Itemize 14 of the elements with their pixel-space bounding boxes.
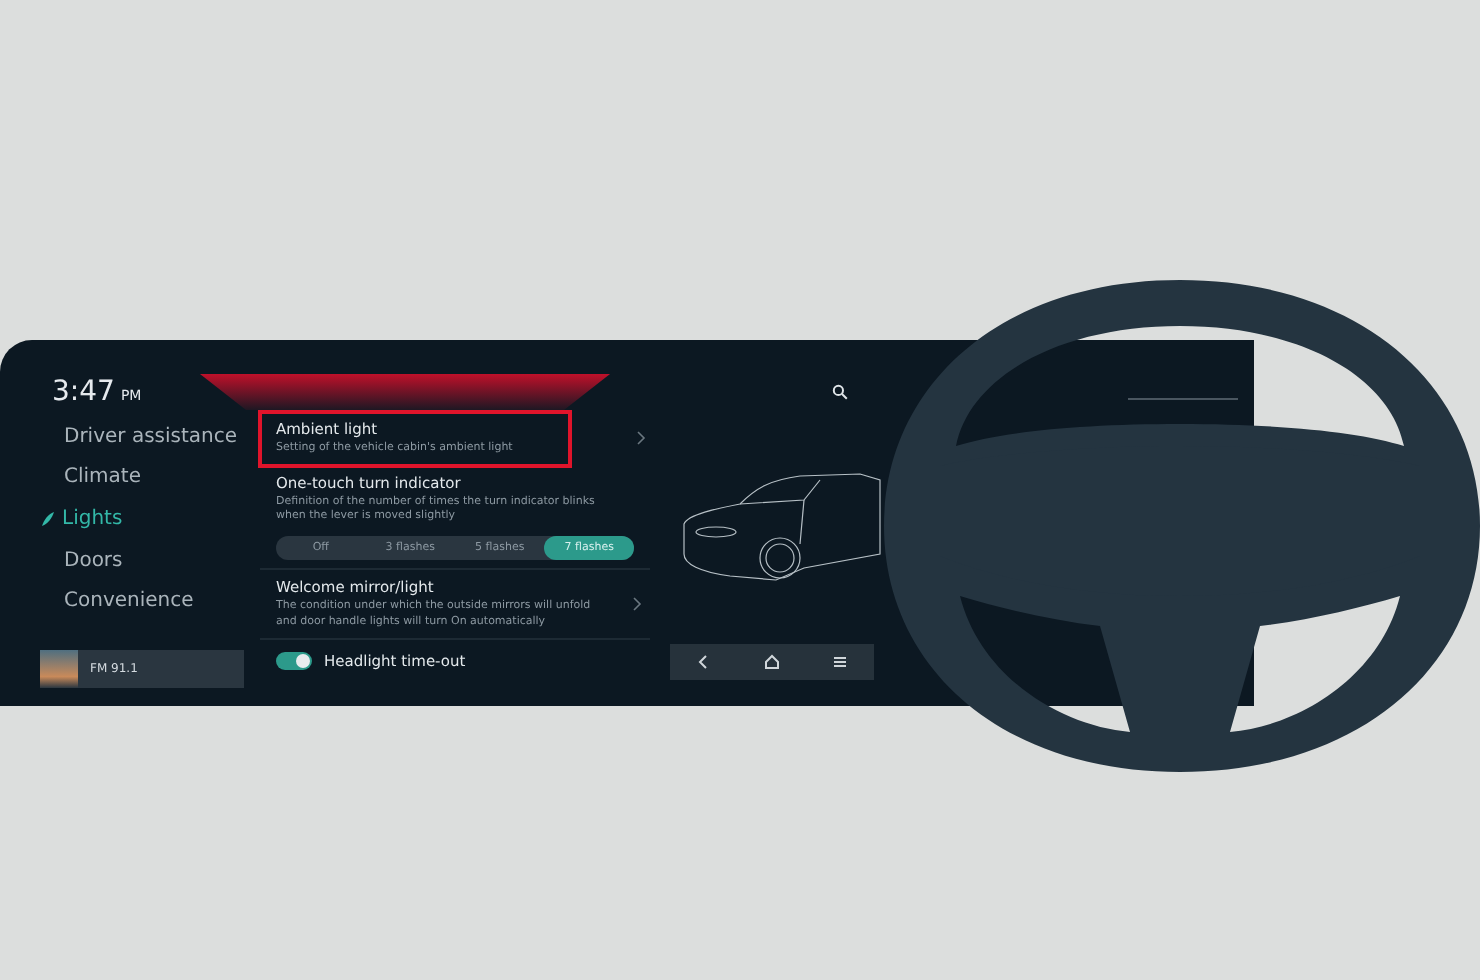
menu-item[interactable]: Convenience — [64, 580, 260, 622]
clock-time: 3:47 — [52, 376, 115, 408]
chevron-icon — [636, 430, 646, 447]
home-icon[interactable] — [762, 652, 782, 672]
search-icon[interactable] — [832, 384, 848, 400]
menu-item[interactable]: Driver assistance — [64, 416, 260, 458]
menu-icon[interactable] — [830, 652, 850, 672]
menu-item[interactable]: Doors — [64, 539, 260, 581]
leaf-icon — [40, 509, 56, 528]
toggle-switch[interactable] — [276, 651, 312, 670]
album-art-placeholder — [40, 649, 78, 688]
chevron-icon — [632, 596, 642, 613]
menu-item[interactable]: Lights — [40, 498, 260, 540]
menu-item[interactable]: Climate — [64, 457, 260, 499]
